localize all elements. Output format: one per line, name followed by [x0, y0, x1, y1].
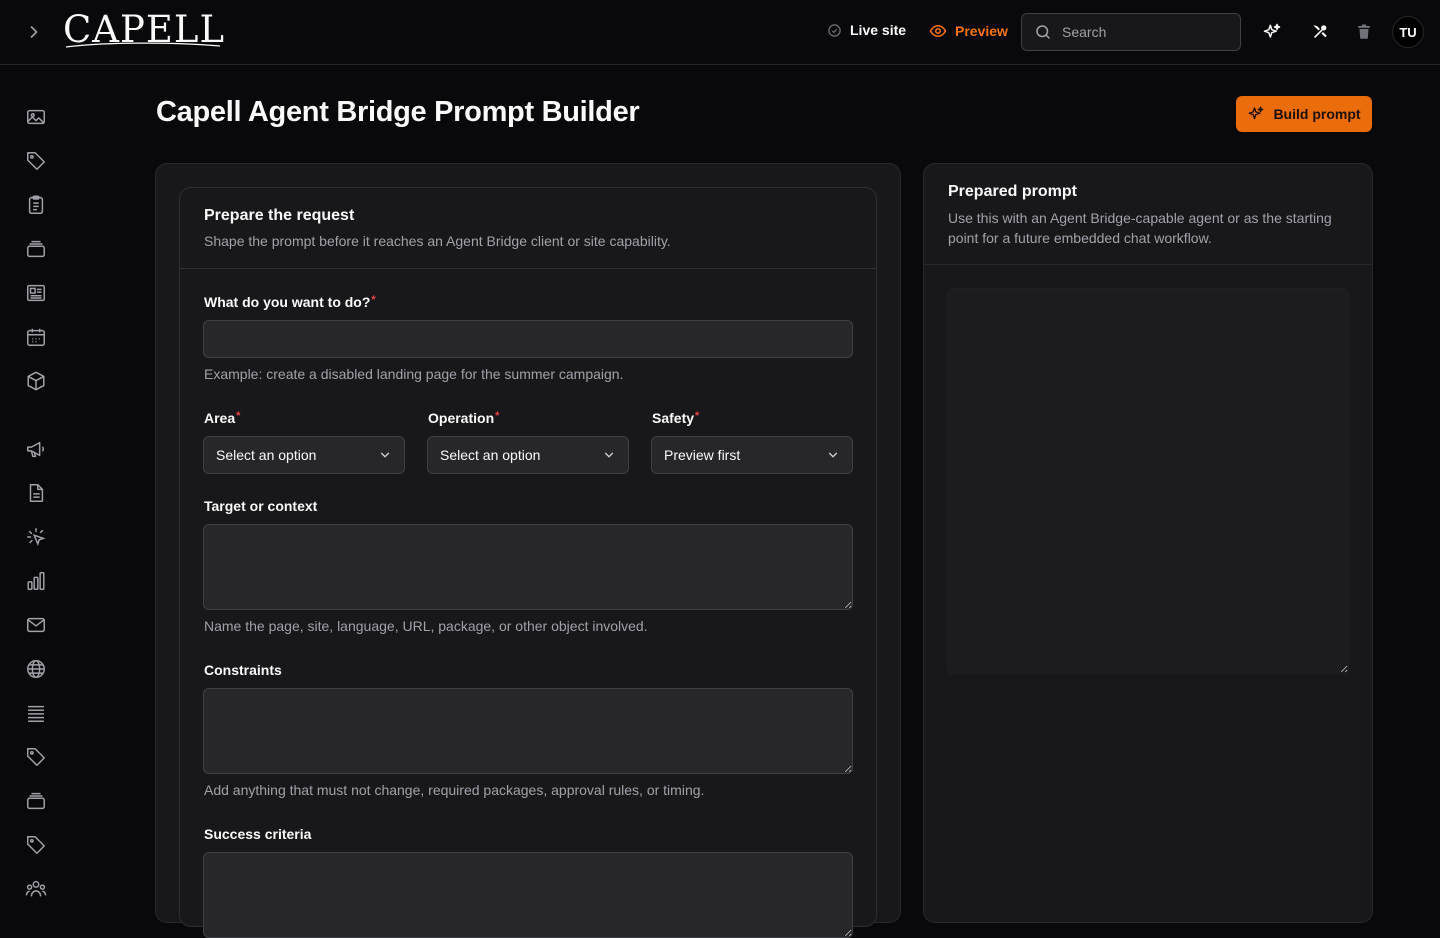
sidebar-item-news[interactable]: [24, 281, 48, 305]
build-prompt-button[interactable]: Build prompt: [1236, 96, 1372, 132]
build-prompt-label: Build prompt: [1273, 106, 1361, 122]
newspaper-icon: [27, 284, 45, 302]
target-textarea[interactable]: [203, 524, 853, 610]
live-site-link[interactable]: Live site: [827, 22, 906, 38]
sidebar-item-tags-3[interactable]: [24, 833, 48, 857]
chevron-right-icon: [30, 26, 38, 38]
logo-swash: [65, 42, 221, 48]
sidebar-item-sites[interactable]: [24, 657, 48, 681]
tools-icon: [1313, 25, 1327, 38]
constraints-textarea[interactable]: [203, 688, 853, 774]
sidebar-item-campaigns[interactable]: [24, 437, 48, 461]
preview-link[interactable]: Preview: [929, 22, 1008, 40]
safety-select[interactable]: Preview first: [651, 436, 853, 474]
search-box[interactable]: [1021, 13, 1241, 51]
sidebar-item-calendar[interactable]: [24, 325, 48, 349]
card-divider: [180, 268, 876, 269]
calendar-icon: [27, 328, 45, 346]
prepared-divider: [924, 264, 1372, 265]
sparkles-icon: [1249, 106, 1264, 120]
trash-icon: [1358, 24, 1370, 39]
operation-selected-value: Select an option: [440, 447, 541, 463]
bar-chart-icon: [27, 572, 45, 590]
sidebar-item-mail[interactable]: [24, 613, 48, 637]
circle-check-icon: [828, 23, 841, 37]
sidebar-item-stack[interactable]: [24, 237, 48, 261]
topbar: CAPELL Live site Preview TU: [0, 0, 1440, 65]
sidebar-item-documents[interactable]: [24, 481, 48, 505]
target-helper: Name the page, site, language, URL, pack…: [204, 618, 648, 634]
stack-icon: [27, 792, 45, 810]
sidebar-item-lists[interactable]: [24, 701, 48, 725]
sparkles-icon: [1263, 23, 1281, 38]
constraints-label: Constraints: [204, 662, 282, 678]
sidebar-item-analytics[interactable]: [24, 569, 48, 593]
stack-icon: [27, 240, 45, 258]
mail-icon: [27, 617, 45, 633]
area-label: Area*: [204, 410, 241, 426]
sidebar-item-tags-2[interactable]: [24, 745, 48, 769]
globe-icon: [27, 660, 45, 678]
goal-label: What do you want to do?*: [204, 294, 376, 310]
success-label: Success criteria: [204, 826, 312, 842]
preview-label: Preview: [955, 23, 1008, 39]
sidebar-item-stack-2[interactable]: [24, 789, 48, 813]
cube-icon: [27, 371, 45, 391]
success-textarea[interactable]: [203, 852, 853, 938]
prepared-prompt-title: Prepared prompt: [948, 183, 1077, 200]
area-selected-value: Select an option: [216, 447, 317, 463]
eye-icon: [929, 24, 947, 38]
tools-button[interactable]: [1308, 20, 1332, 44]
trash-button[interactable]: [1352, 20, 1376, 44]
avatar[interactable]: TU: [1392, 16, 1424, 48]
image-icon: [27, 109, 45, 125]
sidebar-item-users[interactable]: [24, 877, 48, 901]
goal-input[interactable]: [203, 320, 853, 358]
constraints-helper: Add anything that must not change, requi…: [204, 782, 705, 798]
card-description: Shape the prompt before it reaches an Ag…: [204, 233, 671, 249]
search-icon: [1036, 25, 1050, 39]
sidebar-item-media[interactable]: [24, 105, 48, 129]
tag-icon: [27, 152, 45, 170]
area-select[interactable]: Select an option: [203, 436, 405, 474]
tag-icon: [27, 836, 45, 854]
expand-sidebar-button[interactable]: [22, 20, 46, 44]
sidebar-item-clipboard[interactable]: [24, 193, 48, 217]
live-site-label: Live site: [850, 22, 907, 38]
goal-helper: Example: create a disabled landing page …: [204, 366, 624, 382]
target-label: Target or context: [204, 498, 318, 514]
users-icon: [25, 880, 47, 897]
sidebar-item-packages[interactable]: [24, 369, 48, 393]
ai-sparkles-button[interactable]: [1260, 20, 1284, 44]
safety-label: Safety*: [652, 410, 700, 426]
chevron-down-icon: [380, 452, 390, 458]
page-title: Capell Agent Bridge Prompt Builder: [156, 96, 640, 128]
card-title: Prepare the request: [204, 207, 355, 224]
list-lines-icon: [27, 705, 45, 722]
document-icon: [29, 484, 44, 502]
tag-icon: [27, 748, 45, 766]
operation-select[interactable]: Select an option: [427, 436, 629, 474]
safety-selected-value: Preview first: [664, 447, 741, 463]
operation-label: Operation*: [428, 410, 500, 426]
chevron-down-icon: [828, 452, 838, 458]
sidebar: [0, 65, 72, 900]
chevron-down-icon: [604, 452, 614, 458]
sidebar-item-tags[interactable]: [24, 149, 48, 173]
clipboard-list-icon: [28, 195, 44, 214]
search-input[interactable]: [1062, 24, 1222, 40]
prepared-prompt-description: Use this with an Agent Bridge-capable ag…: [948, 210, 1332, 246]
megaphone-icon: [27, 441, 45, 458]
cursor-click-icon: [27, 528, 46, 546]
sidebar-item-interactions[interactable]: [24, 525, 48, 549]
prepared-prompt-textarea[interactable]: [947, 288, 1349, 674]
